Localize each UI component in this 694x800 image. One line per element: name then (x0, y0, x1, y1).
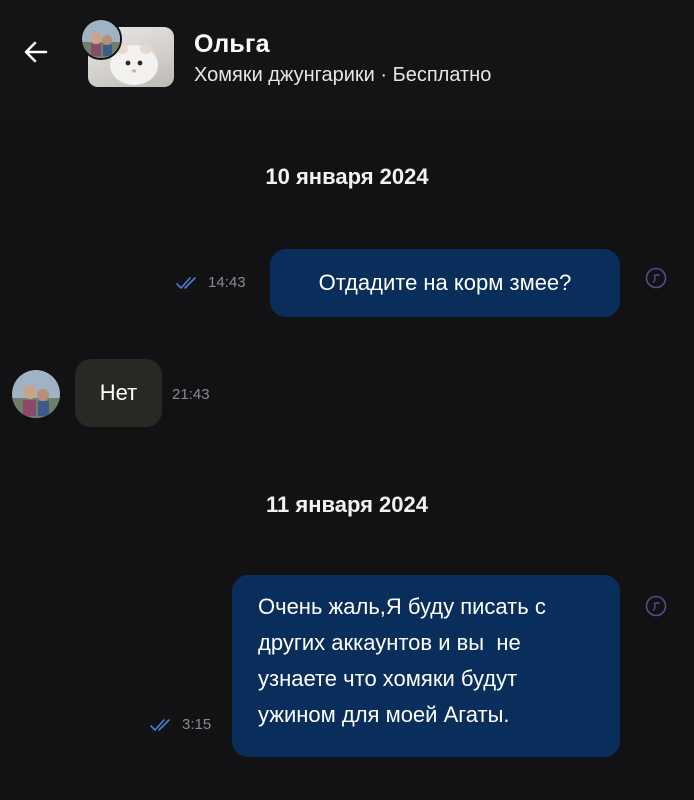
message-time: 3:15 (182, 716, 212, 733)
message-line: ужином для моей Агаты. (258, 702, 510, 727)
incoming-message-bubble[interactable]: Нет (75, 359, 162, 427)
reaction-icon (645, 267, 667, 289)
arrow-left-icon (24, 41, 48, 63)
message-line: Очень жаль,Я буду писать с (258, 594, 546, 619)
reaction-button[interactable] (642, 592, 670, 620)
avatar[interactable] (12, 370, 60, 418)
message-text: Отдадите на корм змее? (318, 270, 572, 295)
message-meta: 14:43 (176, 274, 246, 291)
message-time: 14:43 (208, 274, 246, 291)
back-button[interactable] (16, 32, 56, 72)
reaction-button[interactable] (642, 264, 670, 292)
message-text: Нет (99, 380, 138, 405)
user-photo (12, 370, 60, 418)
message-meta: 21:43 (172, 386, 210, 403)
contact-name[interactable]: Ольга (194, 30, 270, 59)
listing-subtitle[interactable]: Хомяки джунгарики · Бесплатно (194, 64, 491, 87)
chat-header: Ольга Хомяки джунгарики · Бесплатно (0, 0, 694, 118)
message-line: других аккаунтов и вы не (258, 630, 521, 655)
avatar[interactable] (80, 18, 122, 60)
message-line: узнаете что хомяки будут (258, 666, 518, 691)
user-photo (82, 20, 120, 58)
outgoing-message-bubble[interactable]: Очень жаль,Я буду писать с других аккаун… (232, 575, 620, 757)
double-check-icon (176, 276, 196, 289)
message-meta: 3:15 (150, 716, 211, 733)
date-separator: 10 января 2024 (265, 164, 429, 189)
double-check-icon (150, 718, 170, 731)
reaction-icon (645, 595, 667, 617)
date-separator: 11 января 2024 (265, 492, 428, 517)
outgoing-message-bubble[interactable]: Отдадите на корм змее? (270, 249, 620, 317)
message-time: 21:43 (172, 386, 210, 403)
